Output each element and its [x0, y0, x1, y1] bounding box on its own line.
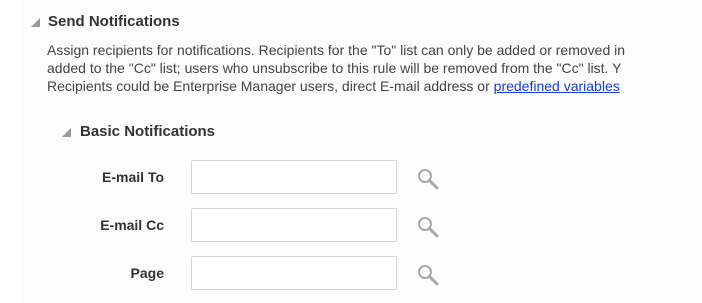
page-label: Page	[130, 265, 164, 281]
search-icon[interactable]	[416, 215, 440, 239]
email-to-row: E-mail To	[0, 160, 702, 196]
email-to-label: E-mail To	[102, 169, 164, 185]
email-to-input[interactable]	[191, 160, 397, 194]
send-notifications-header[interactable]: Send Notifications	[31, 12, 180, 30]
basic-notifications-header[interactable]: Basic Notifications	[62, 122, 215, 140]
disclosure-expanded-icon[interactable]	[62, 128, 71, 137]
page-input[interactable]	[191, 256, 397, 290]
description-line-3-text: Recipients could be Enterprise Manager u…	[47, 78, 494, 94]
email-cc-input[interactable]	[191, 208, 397, 242]
description-line-2: added to the "Cc" list; users who unsubs…	[47, 60, 622, 76]
search-icon[interactable]	[416, 263, 440, 287]
notifications-frame: Send Notifications Assign recipients for…	[0, 0, 702, 303]
send-notifications-title: Send Notifications	[48, 12, 180, 30]
search-icon[interactable]	[416, 167, 440, 191]
page-row: Page	[0, 256, 702, 292]
description-line-3: Recipients could be Enterprise Manager u…	[47, 77, 702, 95]
email-cc-row: E-mail Cc	[0, 208, 702, 244]
send-notifications-description: Assign recipients for notifications. Rec…	[47, 41, 702, 95]
predefined-variables-link[interactable]: predefined variables	[494, 78, 620, 94]
disclosure-expanded-icon[interactable]	[31, 18, 40, 27]
email-cc-label: E-mail Cc	[100, 217, 164, 233]
basic-notifications-title: Basic Notifications	[80, 122, 216, 140]
description-line-1: Assign recipients for notifications. Rec…	[47, 42, 626, 58]
